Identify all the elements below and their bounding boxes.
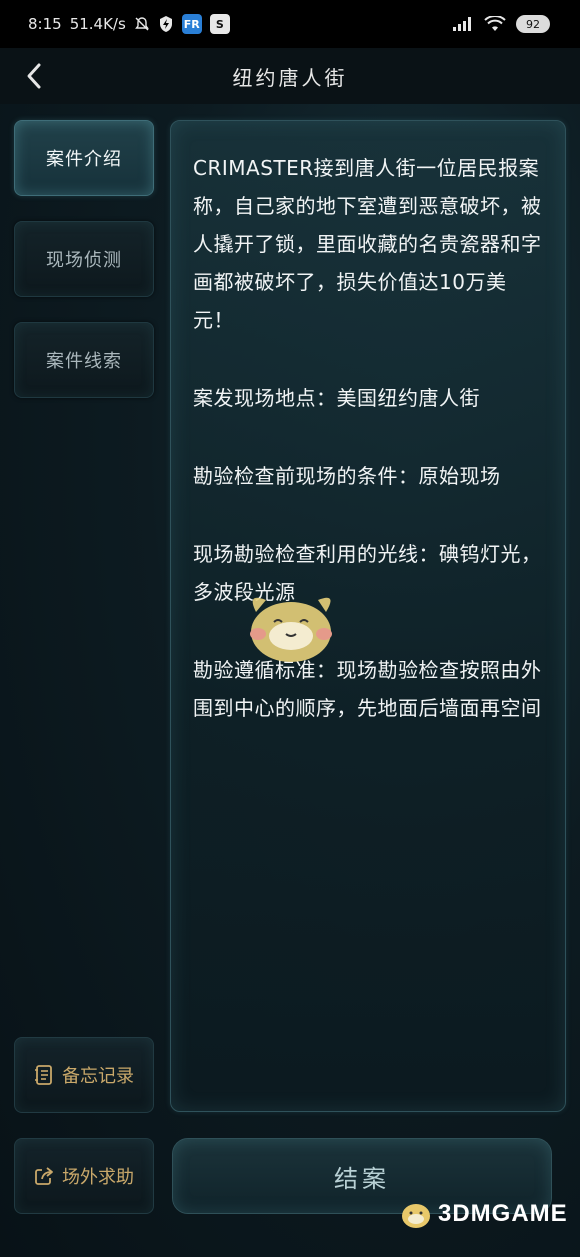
status-left: 8:15 51.4K/s FR S <box>28 14 452 34</box>
battery-indicator: 92 <box>516 15 550 33</box>
notebook-icon <box>34 1064 54 1086</box>
case-paragraph: CRIMASTER接到唐人街一位居民报案称，自己家的地下室遭到恶意破坏，被人撬开… <box>193 156 542 332</box>
status-speed: 51.4K/s <box>69 15 126 33</box>
status-bar: 8:15 51.4K/s FR S 92 <box>0 0 580 48</box>
status-right: 92 <box>452 15 550 33</box>
signal-icon <box>452 16 474 32</box>
tab-label: 现场侦测 <box>46 250 122 271</box>
tab-label: 案件线索 <box>46 351 122 372</box>
shield-bolt-icon <box>158 15 174 33</box>
wifi-icon <box>484 16 506 32</box>
case-intro-panel: CRIMASTER接到唐人街一位居民报案称，自己家的地下室遭到恶意破坏，被人撬开… <box>170 120 566 1112</box>
tab-scene-detection[interactable]: 现场侦测 <box>14 221 154 297</box>
memo-button[interactable]: 备忘记录 <box>14 1037 154 1113</box>
back-button[interactable] <box>16 56 52 96</box>
watermark-mascot-icon <box>402 1204 430 1228</box>
watermark: 3DMGAME <box>398 1196 568 1232</box>
tab-label: 案件介绍 <box>46 149 122 170</box>
page-title: 纽约唐人街 <box>232 65 348 90</box>
bell-off-icon <box>134 16 150 32</box>
outside-help-label: 场外求助 <box>62 1167 134 1188</box>
close-case-label: 结案 <box>334 1164 390 1193</box>
case-paragraph: 案发现场地点：美国纽约唐人街 <box>193 386 480 410</box>
share-icon <box>34 1166 54 1186</box>
watermark-text: 3DMGAME <box>438 1200 568 1227</box>
mascot-icon <box>250 597 332 662</box>
tab-case-clues[interactable]: 案件线索 <box>14 322 154 398</box>
app-badge-fr-icon: FR <box>181 14 202 34</box>
nav-bar: 纽约唐人街 <box>0 48 580 104</box>
case-paragraph: 勘验检查前现场的条件：原始现场 <box>193 464 501 488</box>
app-badge-s-icon: S <box>209 14 230 34</box>
status-time: 8:15 <box>28 15 62 33</box>
outside-help-button[interactable]: 场外求助 <box>14 1138 154 1214</box>
memo-label: 备忘记录 <box>62 1066 134 1087</box>
chevron-left-icon <box>27 63 41 89</box>
tab-case-intro[interactable]: 案件介绍 <box>14 120 154 196</box>
